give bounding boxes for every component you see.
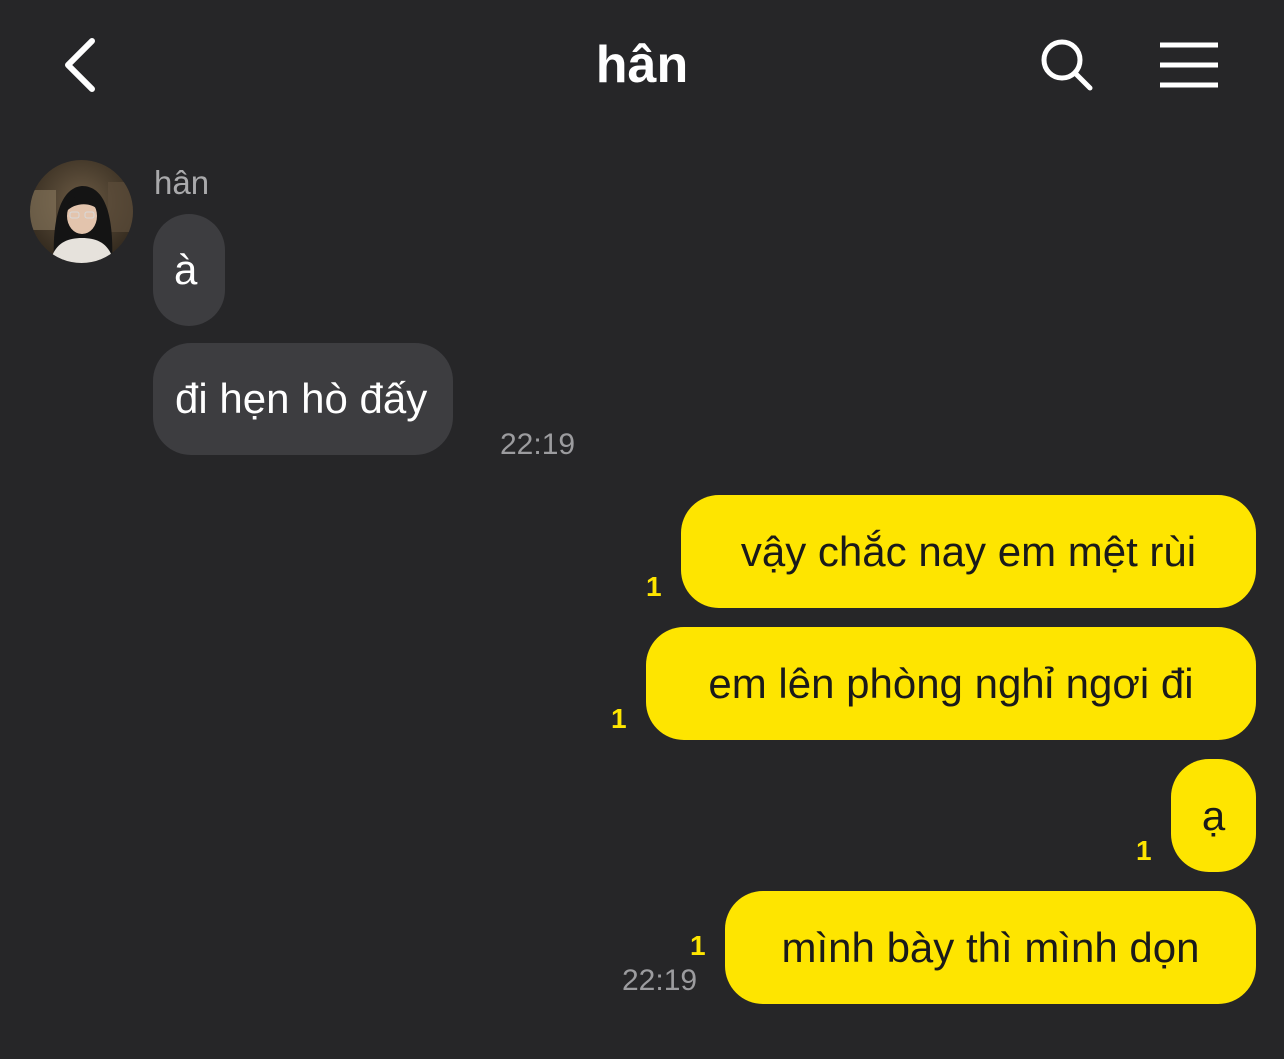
message-text: mình bày thì mình dọn [781,923,1200,971]
outgoing-message[interactable]: ạ [1171,759,1256,872]
chevron-left-icon [65,38,95,92]
unread-count: 1 [1136,835,1152,866]
incoming-message[interactable]: đi hẹn hò đấy [153,343,454,455]
message-text: à [174,246,198,293]
message-text: đi hẹn hò đấy [175,375,428,422]
unread-count: 1 [646,571,662,602]
avatar-photo [30,160,133,263]
hamburger-menu-icon [1160,42,1218,88]
unread-count: 1 [690,930,706,961]
menu-button[interactable] [1152,32,1226,98]
sender-name: hân [154,164,210,201]
message-text: em lên phòng nghỉ ngơi đi [708,659,1194,707]
avatar[interactable] [30,160,133,263]
search-button[interactable] [1034,32,1100,98]
outgoing-message[interactable]: mình bày thì mình dọn [725,891,1256,1004]
message-timestamp: 22:19 [622,964,698,997]
unread-count: 1 [611,703,627,734]
outgoing-message[interactable]: vậy chắc nay em mệt rùi [681,495,1256,608]
message-text: vậy chắc nay em mệt rùi [740,527,1197,575]
search-icon [1041,39,1093,91]
incoming-message[interactable]: à [153,214,226,326]
outgoing-message[interactable]: em lên phòng nghỉ ngơi đi [646,627,1256,740]
back-button[interactable] [50,32,110,98]
message-text: ạ [1201,791,1226,839]
message-timestamp: 22:19 [500,428,576,461]
